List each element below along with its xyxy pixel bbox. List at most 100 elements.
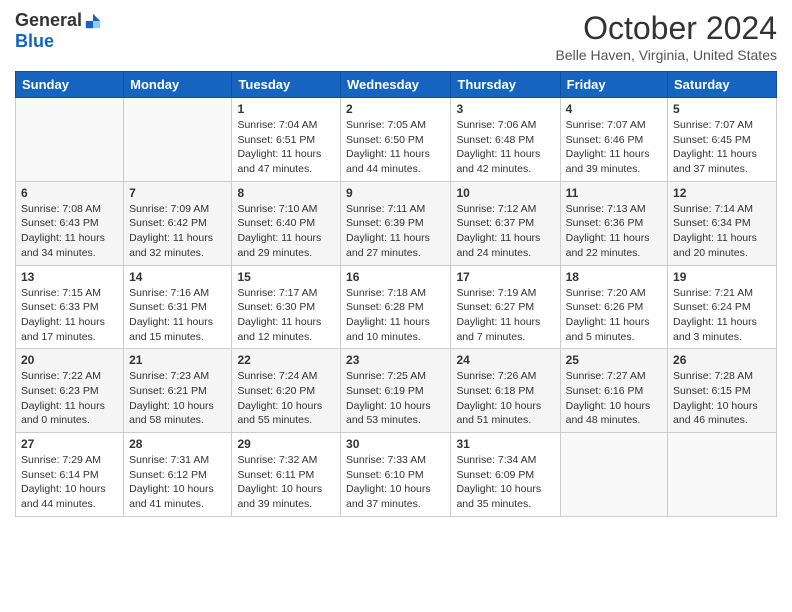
logo: General Blue — [15, 10, 102, 52]
calendar-cell: 15 Sunrise: 7:17 AM Sunset: 6:30 PM Dayli… — [232, 265, 341, 349]
day-info: Sunrise: 7:27 AM Sunset: 6:16 PM Dayligh… — [566, 369, 662, 428]
calendar-cell: 26 Sunrise: 7:28 AM Sunset: 6:15 PM Dayli… — [668, 349, 777, 433]
day-info: Sunrise: 7:06 AM Sunset: 6:48 PM Dayligh… — [456, 118, 554, 177]
day-number: 15 — [237, 270, 335, 284]
day-number: 29 — [237, 437, 335, 451]
day-number: 6 — [21, 186, 118, 200]
calendar-week-row: 6 Sunrise: 7:08 AM Sunset: 6:43 PM Daylig… — [16, 181, 777, 265]
title-section: October 2024 Belle Haven, Virginia, Unit… — [555, 10, 777, 63]
calendar-cell: 31Sunrise: 7:34 AM Sunset: 6:09 PM Dayli… — [451, 433, 560, 517]
calendar-cell: 2Sunrise: 7:05 AM Sunset: 6:50 PM Daylig… — [341, 98, 451, 182]
day-number: 24 — [456, 353, 554, 367]
day-info: Sunrise: 7:08 AM Sunset: 6:43 PM Dayligh… — [21, 202, 118, 261]
day-info: Sunrise: 7:33 AM Sunset: 6:10 PM Dayligh… — [346, 453, 445, 512]
day-number: 4 — [566, 102, 662, 116]
day-number: 22 — [237, 353, 335, 367]
calendar-cell: 27 Sunrise: 7:29 AM Sunset: 6:14 PM Dayli… — [16, 433, 124, 517]
day-number: 23 — [346, 353, 445, 367]
day-number: 17 — [456, 270, 554, 284]
day-number: 5 — [673, 102, 771, 116]
day-info: Sunrise: 7:16 AM Sunset: 6:31 PM Dayligh… — [129, 286, 226, 345]
day-number: 12 — [673, 186, 771, 200]
calendar-week-row: 13 Sunrise: 7:15 AM Sunset: 6:33 PM Dayli… — [16, 265, 777, 349]
calendar-cell: 8 Sunrise: 7:10 AM Sunset: 6:40 PM Daylig… — [232, 181, 341, 265]
header: General Blue October 2024 Belle Haven, V… — [15, 10, 777, 63]
calendar-cell: 22 Sunrise: 7:24 AM Sunset: 6:20 PM Dayli… — [232, 349, 341, 433]
day-info: Sunrise: 7:26 AM Sunset: 6:18 PM Dayligh… — [456, 369, 554, 428]
day-number: 8 — [237, 186, 335, 200]
day-info: Sunrise: 7:10 AM Sunset: 6:40 PM Dayligh… — [237, 202, 335, 261]
day-info: Sunrise: 7:31 AM Sunset: 6:12 PM Dayligh… — [129, 453, 226, 512]
calendar-cell: 4 Sunrise: 7:07 AM Sunset: 6:46 PM Daylig… — [560, 98, 667, 182]
day-number: 21 — [129, 353, 226, 367]
day-info: Sunrise: 7:29 AM Sunset: 6:14 PM Dayligh… — [21, 453, 118, 512]
day-number: 7 — [129, 186, 226, 200]
day-info: Sunrise: 7:24 AM Sunset: 6:20 PM Dayligh… — [237, 369, 335, 428]
day-info: Sunrise: 7:34 AM Sunset: 6:09 PM Dayligh… — [456, 453, 554, 512]
calendar-cell: 10Sunrise: 7:12 AM Sunset: 6:37 PM Dayli… — [451, 181, 560, 265]
calendar-cell: 20 Sunrise: 7:22 AM Sunset: 6:23 PM Dayli… — [16, 349, 124, 433]
calendar-cell: 21 Sunrise: 7:23 AM Sunset: 6:21 PM Dayli… — [124, 349, 232, 433]
day-info: Sunrise: 7:14 AM Sunset: 6:34 PM Dayligh… — [673, 202, 771, 261]
day-info: Sunrise: 7:23 AM Sunset: 6:21 PM Dayligh… — [129, 369, 226, 428]
day-info: Sunrise: 7:28 AM Sunset: 6:15 PM Dayligh… — [673, 369, 771, 428]
day-number: 25 — [566, 353, 662, 367]
day-info: Sunrise: 7:19 AM Sunset: 6:27 PM Dayligh… — [456, 286, 554, 345]
calendar-cell: 25 Sunrise: 7:27 AM Sunset: 6:16 PM Dayli… — [560, 349, 667, 433]
day-info: Sunrise: 7:18 AM Sunset: 6:28 PM Dayligh… — [346, 286, 445, 345]
calendar-cell: 29Sunrise: 7:32 AM Sunset: 6:11 PM Dayli… — [232, 433, 341, 517]
day-number: 3 — [456, 102, 554, 116]
calendar-header-saturday: Saturday — [668, 72, 777, 98]
calendar-cell: 5 Sunrise: 7:07 AM Sunset: 6:45 PM Daylig… — [668, 98, 777, 182]
day-number: 19 — [673, 270, 771, 284]
calendar-cell: 24 Sunrise: 7:26 AM Sunset: 6:18 PM Dayli… — [451, 349, 560, 433]
day-number: 27 — [21, 437, 118, 451]
logo-general-text: General — [15, 10, 82, 31]
calendar-week-row: 27 Sunrise: 7:29 AM Sunset: 6:14 PM Dayli… — [16, 433, 777, 517]
calendar-header-friday: Friday — [560, 72, 667, 98]
day-info: Sunrise: 7:22 AM Sunset: 6:23 PM Dayligh… — [21, 369, 118, 428]
logo-blue-text: Blue — [15, 31, 54, 52]
calendar-cell: 9Sunrise: 7:11 AM Sunset: 6:39 PM Daylig… — [341, 181, 451, 265]
calendar-cell: 6 Sunrise: 7:08 AM Sunset: 6:43 PM Daylig… — [16, 181, 124, 265]
calendar-header-wednesday: Wednesday — [341, 72, 451, 98]
day-info: Sunrise: 7:25 AM Sunset: 6:19 PM Dayligh… — [346, 369, 445, 428]
calendar-week-row: 20 Sunrise: 7:22 AM Sunset: 6:23 PM Dayli… — [16, 349, 777, 433]
day-number: 13 — [21, 270, 118, 284]
day-number: 9 — [346, 186, 445, 200]
calendar-cell: 16 Sunrise: 7:18 AM Sunset: 6:28 PM Dayli… — [341, 265, 451, 349]
location: Belle Haven, Virginia, United States — [555, 47, 777, 63]
day-number: 11 — [566, 186, 662, 200]
calendar-header-tuesday: Tuesday — [232, 72, 341, 98]
calendar-cell: 11Sunrise: 7:13 AM Sunset: 6:36 PM Dayli… — [560, 181, 667, 265]
calendar-cell — [560, 433, 667, 517]
calendar: SundayMondayTuesdayWednesdayThursdayFrid… — [15, 71, 777, 517]
calendar-cell: 7 Sunrise: 7:09 AM Sunset: 6:42 PM Daylig… — [124, 181, 232, 265]
day-number: 1 — [237, 102, 335, 116]
calendar-cell — [16, 98, 124, 182]
day-number: 18 — [566, 270, 662, 284]
day-info: Sunrise: 7:15 AM Sunset: 6:33 PM Dayligh… — [21, 286, 118, 345]
day-info: Sunrise: 7:21 AM Sunset: 6:24 PM Dayligh… — [673, 286, 771, 345]
day-number: 20 — [21, 353, 118, 367]
day-info: Sunrise: 7:09 AM Sunset: 6:42 PM Dayligh… — [129, 202, 226, 261]
day-number: 10 — [456, 186, 554, 200]
calendar-cell: 28 Sunrise: 7:31 AM Sunset: 6:12 PM Dayli… — [124, 433, 232, 517]
day-info: Sunrise: 7:07 AM Sunset: 6:45 PM Dayligh… — [673, 118, 771, 177]
day-info: Sunrise: 7:05 AM Sunset: 6:50 PM Dayligh… — [346, 118, 445, 177]
day-number: 28 — [129, 437, 226, 451]
calendar-cell: 13 Sunrise: 7:15 AM Sunset: 6:33 PM Dayli… — [16, 265, 124, 349]
calendar-header-row: SundayMondayTuesdayWednesdayThursdayFrid… — [16, 72, 777, 98]
month-title: October 2024 — [555, 10, 777, 47]
day-number: 16 — [346, 270, 445, 284]
calendar-cell: 14Sunrise: 7:16 AM Sunset: 6:31 PM Dayli… — [124, 265, 232, 349]
day-info: Sunrise: 7:17 AM Sunset: 6:30 PM Dayligh… — [237, 286, 335, 345]
calendar-header-monday: Monday — [124, 72, 232, 98]
day-number: 26 — [673, 353, 771, 367]
calendar-cell: 17 Sunrise: 7:19 AM Sunset: 6:27 PM Dayli… — [451, 265, 560, 349]
day-number: 30 — [346, 437, 445, 451]
calendar-cell — [668, 433, 777, 517]
calendar-cell: 19 Sunrise: 7:21 AM Sunset: 6:24 PM Dayli… — [668, 265, 777, 349]
day-info: Sunrise: 7:07 AM Sunset: 6:46 PM Dayligh… — [566, 118, 662, 177]
calendar-cell — [124, 98, 232, 182]
